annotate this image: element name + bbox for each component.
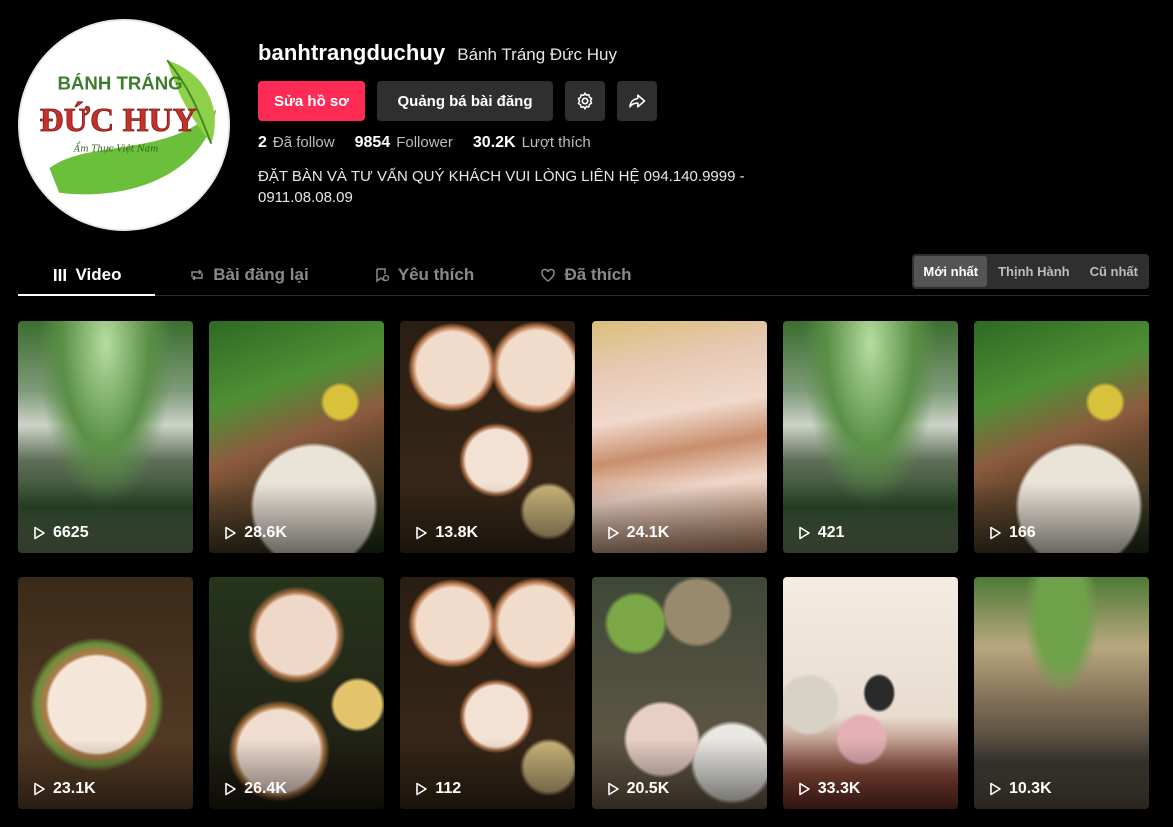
following-stat[interactable]: 2 Đã follow bbox=[258, 134, 335, 152]
view-count: 13.8K bbox=[414, 524, 478, 542]
play-icon bbox=[225, 526, 236, 540]
video-card[interactable]: 166 bbox=[973, 321, 1149, 553]
profile-username: banhtrangduchuy bbox=[258, 40, 446, 65]
view-count: 28.6K bbox=[223, 524, 287, 542]
view-count: 26.4K bbox=[223, 780, 287, 798]
sort-oldest[interactable]: Cũ nhất bbox=[1081, 256, 1147, 287]
play-icon bbox=[990, 782, 1001, 796]
active-tab-indicator bbox=[18, 294, 155, 296]
video-card[interactable]: 6625 bbox=[18, 321, 193, 553]
likes-stat: 30.2K Lượt thích bbox=[472, 134, 591, 151]
view-count: 23.1K bbox=[32, 780, 96, 798]
tab-liked[interactable]: Đã thích bbox=[536, 254, 636, 296]
share-button[interactable] bbox=[617, 81, 657, 121]
play-icon bbox=[225, 782, 236, 796]
view-count: 10.3K bbox=[988, 780, 1052, 798]
followers-stat[interactable]: 9854 Follower bbox=[355, 134, 453, 152]
repost-icon bbox=[191, 269, 204, 281]
bookmark-icon bbox=[375, 268, 389, 283]
share-icon bbox=[629, 94, 646, 108]
sort-newest[interactable]: Mới nhất bbox=[914, 256, 988, 287]
view-count: 20.5K bbox=[606, 780, 669, 798]
gear-icon bbox=[577, 92, 593, 110]
profile-info: banhtrangduchuy Bánh Tráng Đức Huy Sửa h… bbox=[258, 40, 858, 208]
play-icon bbox=[990, 526, 1001, 540]
content-tabs: Video Bài đăng lại Yêu thích Đã thích Mớ… bbox=[18, 254, 1149, 296]
profile-nickname: Bánh Tráng Đức Huy bbox=[457, 45, 618, 64]
tab-reposts[interactable]: Bài đăng lại bbox=[184, 254, 314, 296]
play-icon bbox=[416, 782, 428, 796]
logo-main-text: ĐỨC HUY bbox=[40, 101, 197, 139]
video-card[interactable]: 33.3K bbox=[782, 577, 958, 809]
view-count: 112 bbox=[414, 780, 461, 798]
view-count: 166 bbox=[988, 524, 1036, 542]
play-icon bbox=[34, 782, 45, 796]
promote-posts-button[interactable]: Quảng bá bài đăng bbox=[377, 81, 553, 121]
video-card[interactable]: 10.3K bbox=[973, 577, 1149, 809]
profile-avatar[interactable]: BÁNH TRÁNG ĐỨC HUY Ẩm Thực Việt Nam bbox=[18, 19, 230, 231]
play-icon bbox=[34, 526, 45, 540]
edit-profile-button[interactable]: Sửa hồ sơ bbox=[258, 81, 365, 121]
tab-video[interactable]: Video bbox=[18, 254, 155, 296]
video-card[interactable]: 28.6K bbox=[209, 321, 385, 553]
heart-icon bbox=[541, 268, 556, 282]
video-card[interactable]: 26.4K bbox=[209, 577, 385, 809]
video-card[interactable]: 13.8K bbox=[400, 321, 576, 553]
video-card[interactable]: 23.1K bbox=[18, 577, 193, 809]
profile-stats: 2 Đã follow 9854 Follower 30.2K Lượt thích bbox=[258, 134, 858, 152]
view-count: 421 bbox=[797, 524, 844, 542]
tab-favorites[interactable]: Yêu thích bbox=[368, 254, 480, 296]
brand-logo: BÁNH TRÁNG ĐỨC HUY Ẩm Thực Việt Nam bbox=[20, 21, 228, 229]
play-icon bbox=[607, 526, 619, 540]
view-count: 33.3K bbox=[797, 780, 860, 798]
sort-toggle: Mới nhất Thịnh Hành Cũ nhất bbox=[912, 254, 1149, 289]
video-card[interactable]: 112 bbox=[400, 577, 576, 809]
play-icon bbox=[416, 526, 428, 540]
play-icon bbox=[798, 782, 810, 796]
play-icon bbox=[798, 526, 810, 540]
view-count: 6625 bbox=[32, 524, 89, 542]
grid-icon bbox=[53, 269, 66, 281]
video-grid: 6625 28.6K 13.8K 24.1K 421 166 23.1K 26.… bbox=[18, 321, 1149, 809]
sort-popular[interactable]: Thịnh Hành bbox=[989, 256, 1079, 287]
play-icon bbox=[607, 782, 619, 796]
video-card[interactable]: 24.1K bbox=[591, 321, 767, 553]
video-card[interactable]: 20.5K bbox=[591, 577, 767, 809]
view-count: 24.1K bbox=[606, 524, 669, 542]
logo-top-text: BÁNH TRÁNG bbox=[57, 73, 182, 94]
profile-bio: ĐẶT BÀN VÀ TƯ VẤN QUÝ KHÁCH VUI LÒNG LIÊ… bbox=[258, 168, 745, 206]
video-card[interactable]: 421 bbox=[782, 321, 958, 553]
settings-button[interactable] bbox=[565, 81, 605, 121]
